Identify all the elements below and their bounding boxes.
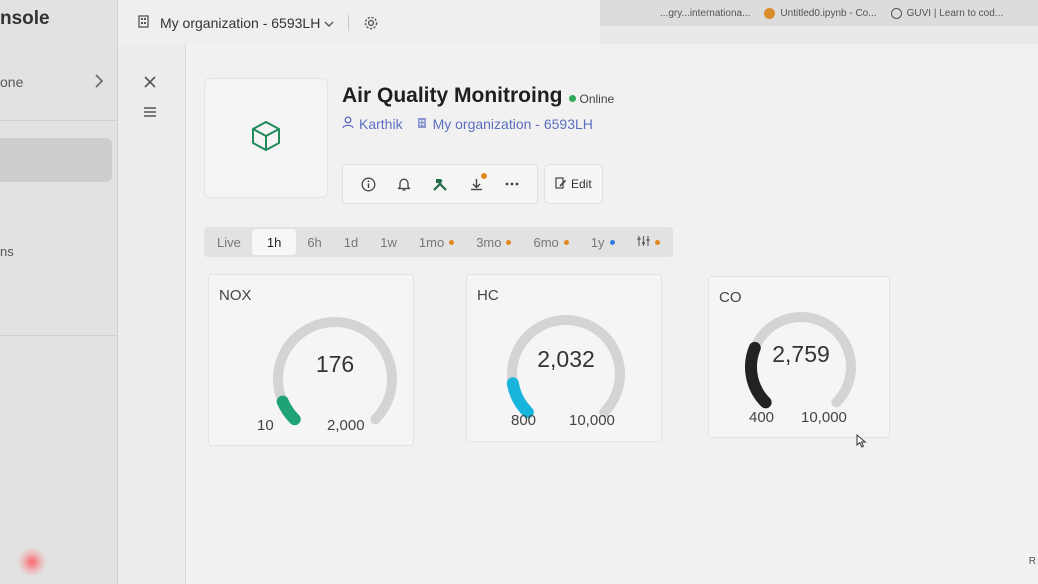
time-range-tab[interactable]: 1w [369, 229, 408, 255]
time-range-tab[interactable]: Live [206, 229, 252, 255]
owner-link[interactable]: Karthik [342, 116, 403, 132]
download-icon[interactable] [465, 173, 487, 195]
mouse-cursor-icon [856, 433, 867, 453]
device-image-tile [204, 78, 328, 198]
status-dot [654, 239, 660, 245]
browser-tab-1-label: ...gry...internationa... [660, 7, 751, 19]
filter-tab[interactable] [626, 229, 671, 255]
building-icon [138, 15, 150, 31]
status-label: Online [579, 91, 615, 106]
edit-button-label: Edit [571, 177, 592, 191]
sliders-icon [637, 235, 650, 250]
action-icon-group [342, 164, 538, 204]
browser-tab-3[interactable]: GUVI | Learn to cod... [890, 7, 1004, 19]
organization-link[interactable]: My organization - 6593LH [417, 116, 593, 132]
more-icon[interactable] [501, 173, 523, 195]
online-dot-icon [568, 95, 576, 102]
browser-tab-2-label: Untitled0.ipynb - Co... [780, 7, 877, 19]
top-bar: My organization - 6593LH [118, 0, 600, 46]
chevron-right-icon [94, 73, 104, 91]
browser-tab-3-label: GUVI | Learn to cod... [906, 7, 1004, 19]
time-range-tab[interactable]: 1h [251, 229, 297, 255]
gauge-fill [276, 395, 301, 426]
time-range-label: Live [217, 234, 241, 250]
nav-item-ns[interactable]: ns [0, 244, 14, 259]
status-dot [506, 239, 512, 245]
edit-button[interactable]: Edit [544, 164, 603, 204]
organization-label: My organization - 6593LH [432, 116, 593, 132]
gauge-max-label: 10,000 [801, 409, 847, 426]
building-icon [417, 116, 428, 132]
time-range-label: 6mo [533, 234, 559, 250]
device-meta: Karthik My organization - 6593LH [342, 116, 593, 132]
gauge-min-label: 10 [257, 417, 274, 434]
time-range-tab[interactable]: 1mo [408, 229, 465, 255]
left-navigation: nsole one ns [0, 0, 118, 584]
cube-icon [249, 119, 283, 158]
time-range-tab[interactable]: 1d [333, 229, 369, 255]
side-rail [118, 44, 186, 584]
gauge-card-hc[interactable]: HC 2,032 800 10,000 [466, 274, 662, 442]
time-range-label: 1w [380, 234, 397, 250]
browser-tab-1[interactable]: ...gry...internationa... [660, 8, 750, 19]
nav-divider [0, 120, 118, 121]
gauge-fill [506, 377, 534, 419]
organization-selector[interactable]: My organization - 6593LH [160, 15, 334, 31]
gauge-card-nox[interactable]: NOX 176 10 2,000 [208, 274, 414, 446]
time-range-label: 3mo [476, 234, 502, 250]
gear-icon[interactable] [363, 15, 379, 31]
gauge-min-label: 800 [511, 412, 537, 429]
notification-dot [481, 173, 487, 179]
gauge-min-label: 400 [749, 409, 775, 426]
time-range-label: 1d [343, 234, 359, 250]
device-action-bar: Edit [342, 164, 603, 204]
bell-icon[interactable] [393, 173, 415, 195]
browser-tab-2[interactable]: Untitled0.ipynb - Co... [764, 7, 877, 19]
time-range-tab[interactable]: 6mo [522, 229, 579, 255]
chevron-down-icon [324, 15, 334, 31]
nav-item-one-label: one [0, 74, 24, 90]
nav-divider [0, 335, 118, 336]
gauge-max-label: 10,000 [569, 412, 615, 429]
gauge-max-label: 2,000 [327, 417, 365, 434]
gauge-value: 2,032 [537, 346, 595, 372]
status-dot [609, 239, 615, 245]
time-range-label: 1y [590, 234, 605, 250]
edit-icon [555, 176, 567, 192]
gauge-card-co[interactable]: CO 2,759 400 10,000 [708, 276, 890, 438]
device-header: Air Quality Monitroing Online [342, 84, 614, 108]
time-range-tab[interactable]: 6h [296, 229, 332, 255]
tools-icon[interactable] [429, 173, 451, 195]
gauge-value: 176 [315, 351, 355, 377]
info-icon[interactable] [357, 173, 379, 195]
device-title: Air Quality Monitroing [342, 84, 563, 107]
status-badge: Online [568, 91, 615, 106]
time-range-label: 1h [266, 234, 282, 250]
brand-title: nsole [0, 8, 50, 29]
edge-text: R [1028, 556, 1036, 567]
time-range-selector: Live 1h 6h 1d 1w 1mo 3mo 6mo 1y [204, 227, 673, 257]
time-range-tab[interactable]: 3mo [465, 229, 522, 255]
camera-glare [18, 548, 46, 576]
owner-label: Karthik [359, 116, 403, 132]
organization-selector-label: My organization - 6593LH [160, 15, 321, 31]
status-dot [563, 239, 569, 245]
gauge-value: 2,759 [772, 341, 830, 367]
user-icon [342, 116, 354, 132]
menu-icon[interactable] [140, 102, 160, 122]
time-range-tab[interactable]: 1y [580, 229, 626, 255]
globe-icon [890, 7, 902, 19]
browser-tab-strip: ...gry...internationa... Untitled0.ipynb… [600, 0, 1038, 26]
colab-icon [764, 7, 776, 19]
main-content: Air Quality Monitroing Online Karthik My… [186, 44, 1038, 584]
time-range-label: 6h [307, 234, 322, 250]
status-dot [449, 239, 455, 245]
nav-item-one[interactable]: one [0, 68, 112, 96]
nav-item-selected[interactable] [0, 138, 112, 182]
time-range-label: 1mo [418, 234, 445, 250]
topbar-separator [348, 15, 350, 31]
close-icon[interactable] [140, 72, 160, 92]
